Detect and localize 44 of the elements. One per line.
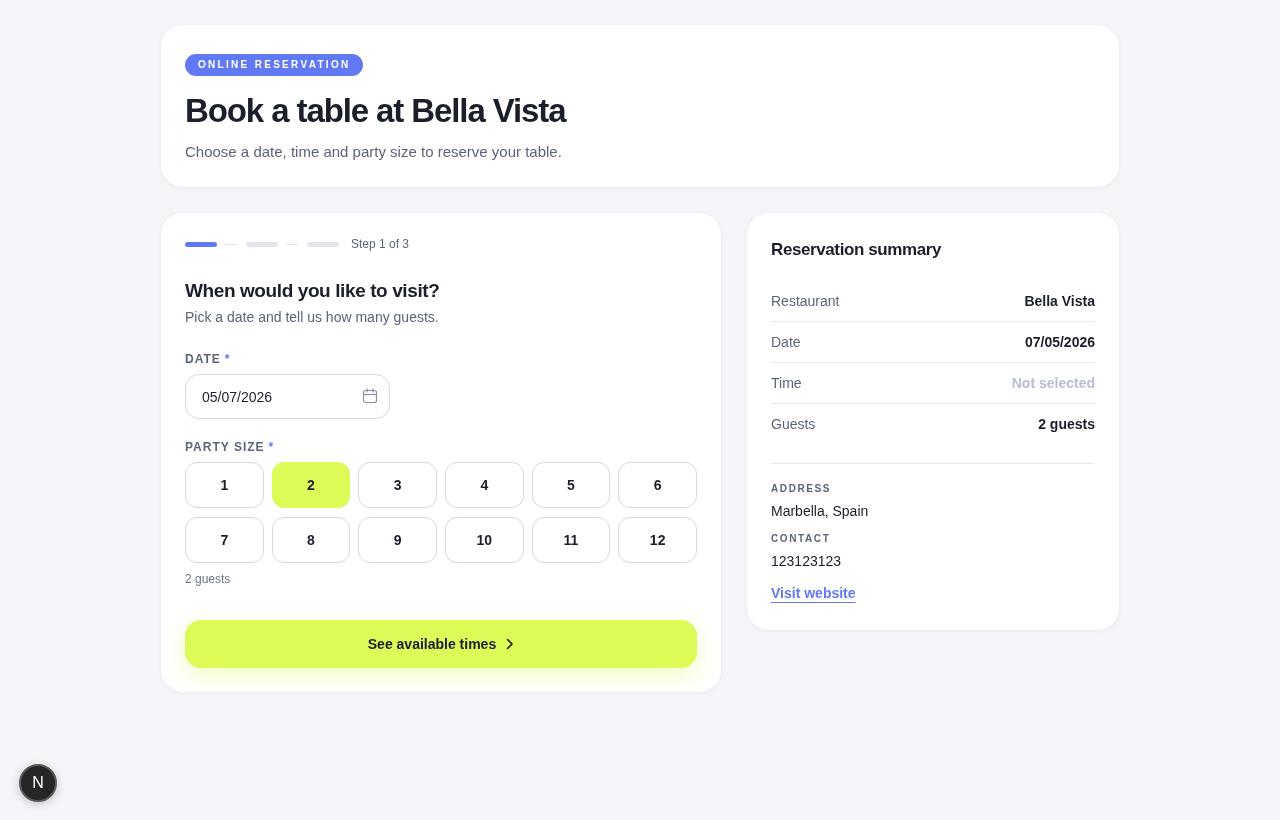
party-size-hint: 2 guests <box>185 572 231 587</box>
date-field[interactable]: 05/07/2026 <box>185 374 390 419</box>
party-size-option[interactable]: 10 <box>445 517 524 563</box>
detail-value: Marbella, Spain <box>771 503 869 520</box>
required-mark: * <box>224 352 231 366</box>
party-size-option[interactable]: 7 <box>185 517 264 563</box>
party-size-option[interactable]: 9 <box>358 517 437 563</box>
party-size-option[interactable]: 11 <box>531 517 611 563</box>
summary-label: Restaurant <box>771 293 840 310</box>
summary-label: Date <box>771 334 801 351</box>
field-label: DATE <box>185 352 221 366</box>
detail-label: ADDRESS <box>771 483 832 495</box>
party-size-option[interactable]: 1 <box>185 462 264 508</box>
field-label: PARTY SIZE <box>185 440 265 454</box>
calendar-icon <box>362 388 378 404</box>
reservation-tag: ONLINE RESERVATION <box>185 54 363 76</box>
page-title: Book a table at Bella Vista <box>185 91 566 131</box>
see-times-button[interactable]: See available times <box>185 620 697 668</box>
step-connector <box>225 243 238 245</box>
party-size-option[interactable]: 4 <box>445 462 524 508</box>
summary-value: 07/05/2026 <box>1024 334 1095 351</box>
step-counter: Step 1 of 3 <box>351 237 410 251</box>
summary-value: Bella Vista <box>1024 293 1095 310</box>
summary-label: Guests <box>771 416 816 433</box>
party-size-option[interactable]: 8 <box>271 517 351 563</box>
step-connector <box>286 243 299 245</box>
party-size-option[interactable]: 3 <box>358 462 437 508</box>
detail-label: CONTACT <box>771 533 831 545</box>
website-link[interactable]: Visit website <box>771 585 856 602</box>
detail-value: 123123123 <box>771 553 842 570</box>
party-size-option[interactable]: 5 <box>531 462 611 508</box>
dev-indicator-button[interactable]: N <box>19 764 57 802</box>
summary-title: Reservation summary <box>771 239 942 261</box>
party-size-option[interactable]: 6 <box>618 462 697 508</box>
party-size-option[interactable]: 12 <box>618 517 697 563</box>
summary-label: Time <box>771 375 802 392</box>
summary-value: Not selected <box>1011 375 1095 392</box>
chevron-icon <box>506 638 515 650</box>
page-subtitle: Choose a date, time and party size to reserve your table. <box>185 142 562 162</box>
form-description: Pick a date and tell us how many guests. <box>185 308 439 326</box>
required-mark: * <box>268 440 275 454</box>
party-size-option[interactable]: 2 <box>271 462 351 508</box>
summary-value: 2 guests <box>1038 416 1095 433</box>
form-heading: When would you like to visit? <box>185 279 440 303</box>
